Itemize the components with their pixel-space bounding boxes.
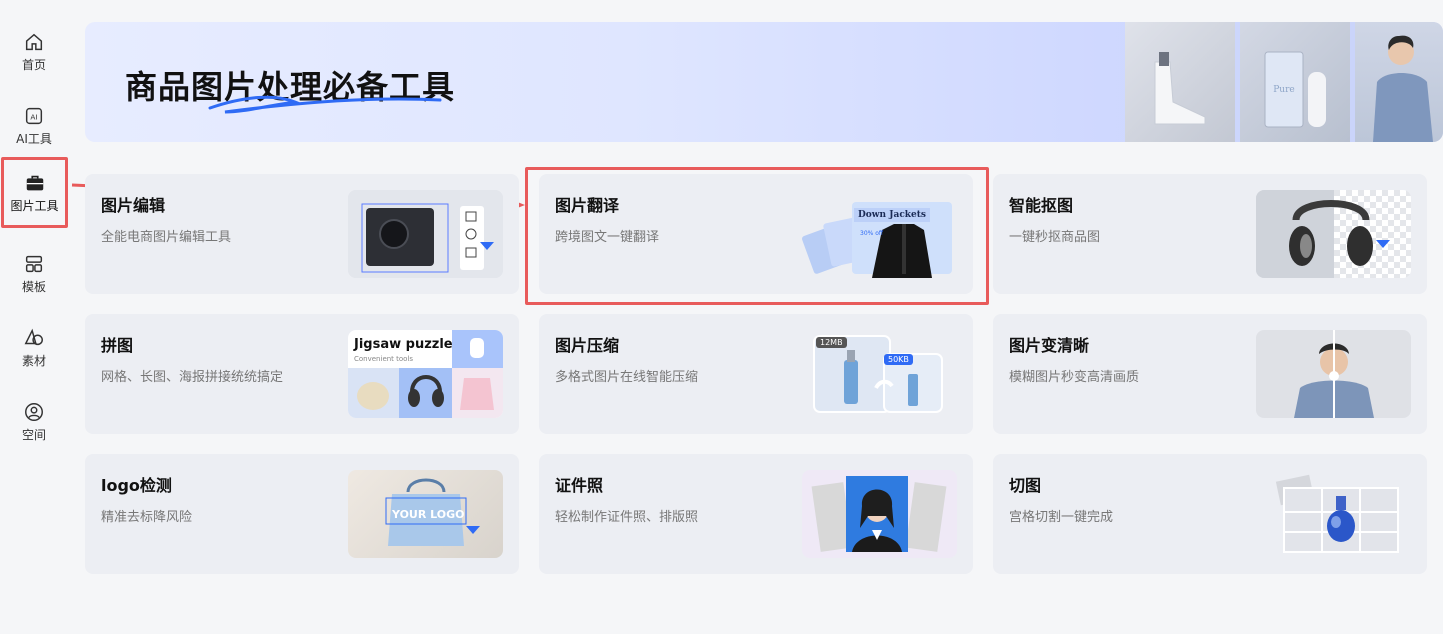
card-thumbnail xyxy=(348,190,503,278)
card-title: 证件照 xyxy=(555,476,604,495)
tool-card-collage[interactable]: 拼图 网格、长图、海报拼接统统搞定 Jigsaw puzzle Convenie… xyxy=(85,314,519,434)
nav-item-image-tools[interactable]: 图片工具 xyxy=(1,157,68,228)
card-desc: 一键秒抠商品图 xyxy=(1009,230,1101,245)
card-thumbnail: 12MB 50KB xyxy=(802,330,957,418)
swoosh-decoration xyxy=(208,95,442,114)
nav-label: AI工具 xyxy=(16,132,52,146)
template-icon xyxy=(25,255,43,273)
size-badge-after: 50KB xyxy=(884,354,913,365)
nav-label: 空间 xyxy=(21,428,46,442)
nav-label: 图片工具 xyxy=(10,198,59,213)
toolbox-icon xyxy=(26,175,43,190)
card-title: 图片编辑 xyxy=(101,196,166,215)
tool-card-image-edit[interactable]: 图片编辑 全能电商图片编辑工具 xyxy=(85,174,519,294)
home-icon xyxy=(25,33,43,51)
nav-label: 模板 xyxy=(21,280,46,294)
card-thumbnail xyxy=(802,470,957,558)
banner-model-image xyxy=(1355,22,1443,142)
thumb-logo-text: YOUR LOGO xyxy=(392,508,465,521)
banner: 商品图片处理必备工具 Pure xyxy=(85,22,1443,142)
card-desc: 轻松制作证件照、排版照 xyxy=(555,510,699,525)
card-thumbnail xyxy=(1256,330,1411,418)
card-title: 智能抠图 xyxy=(1009,196,1074,215)
card-thumbnail: Jigsaw puzzle Convenient tools xyxy=(348,330,503,418)
nav-item-materials[interactable]: 素材 xyxy=(0,318,68,378)
tool-card-enhance[interactable]: 图片变清晰 模糊图片秒变高清画质 xyxy=(993,314,1427,434)
card-title: logo检测 xyxy=(101,476,172,495)
card-desc: 模糊图片秒变高清画质 xyxy=(1009,370,1140,385)
nav-item-space[interactable]: 空间 xyxy=(0,392,68,452)
card-desc: 宫格切割一键完成 xyxy=(1009,510,1114,525)
material-icon xyxy=(24,328,43,346)
nav-item-ai-tools[interactable]: AI AI工具 xyxy=(0,96,68,156)
banner-bottle-image: Pure xyxy=(1240,22,1350,142)
svg-text:AI: AI xyxy=(30,113,37,122)
tool-card-smart-cutout[interactable]: 智能抠图 一键秒抠商品图 xyxy=(993,174,1427,294)
card-desc: 网格、长图、海报拼接统统搞定 xyxy=(101,370,284,385)
card-title: 拼图 xyxy=(101,336,134,355)
tool-card-image-compress[interactable]: 图片压缩 多格式图片在线智能压缩 12MB 50KB xyxy=(539,314,973,434)
nav-label: 首页 xyxy=(21,58,46,72)
card-title: 图片压缩 xyxy=(555,336,620,355)
thumb-headline: Jigsaw puzzle xyxy=(354,337,453,352)
sidebar: 首页 AI AI工具 图片工具 模板 素材 空间 xyxy=(0,0,68,634)
card-desc: 多格式图片在线智能压缩 xyxy=(555,370,699,385)
thumb-subtext: Convenient tools xyxy=(354,355,414,363)
card-thumbnail xyxy=(1256,470,1411,558)
card-title: 图片变清晰 xyxy=(1009,336,1090,355)
card-desc: 精准去标降风险 xyxy=(101,510,193,525)
user-space-icon xyxy=(25,403,43,421)
nav-item-templates[interactable]: 模板 xyxy=(0,244,68,304)
svg-text:Pure: Pure xyxy=(1273,85,1294,95)
card-thumbnail: YOUR LOGO xyxy=(348,470,503,558)
ai-icon: AI xyxy=(25,107,43,125)
nav-item-home[interactable]: 首页 xyxy=(0,22,68,82)
nav-label: 素材 xyxy=(21,354,46,368)
size-badge-before: 12MB xyxy=(816,337,847,348)
highlight-box xyxy=(525,167,989,305)
tool-card-logo-detect[interactable]: logo检测 精准去标降风险 YOUR LOGO xyxy=(85,454,519,574)
card-title: 切图 xyxy=(1009,476,1042,495)
card-thumbnail xyxy=(1256,190,1411,278)
card-desc: 全能电商图片编辑工具 xyxy=(101,230,232,245)
tool-card-slice[interactable]: 切图 宫格切割一键完成 xyxy=(993,454,1427,574)
banner-shoe-image xyxy=(1125,22,1235,142)
tool-card-id-photo[interactable]: 证件照 轻松制作证件照、排版照 xyxy=(539,454,973,574)
